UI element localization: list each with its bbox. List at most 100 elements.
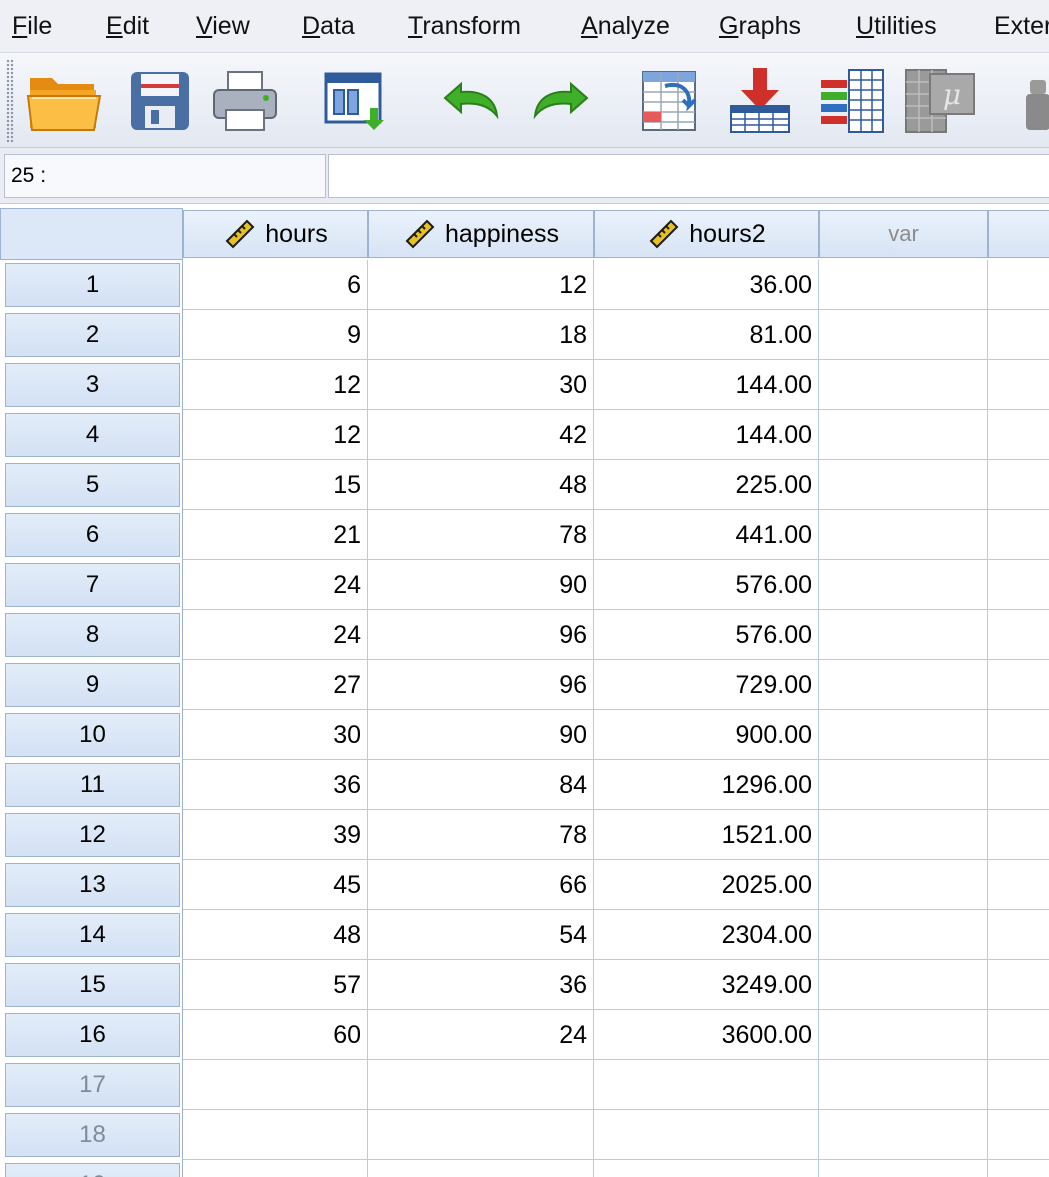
open-folder-button[interactable] — [24, 63, 104, 139]
cell-var[interactable] — [988, 810, 1049, 860]
menu-utilities[interactable]: Utilities — [856, 10, 937, 42]
cell-happiness[interactable]: 84 — [368, 760, 594, 810]
row-number[interactable]: 3 — [5, 363, 180, 407]
cell-var[interactable] — [819, 910, 988, 960]
menu-view[interactable]: View — [196, 10, 250, 42]
cell-hours[interactable]: 30 — [183, 710, 368, 760]
cell-hours2[interactable]: 81.00 — [594, 310, 819, 360]
cell-var[interactable] — [819, 1060, 988, 1110]
cell-hours2[interactable]: 576.00 — [594, 560, 819, 610]
cell-var[interactable] — [988, 1160, 1049, 1177]
cell-hours2[interactable]: 3249.00 — [594, 960, 819, 1010]
cell-hours[interactable]: 6 — [183, 260, 368, 310]
cell-hours[interactable]: 12 — [183, 360, 368, 410]
cell-var[interactable] — [988, 410, 1049, 460]
cell-var[interactable] — [988, 310, 1049, 360]
cell-var[interactable] — [819, 960, 988, 1010]
cell-hours[interactable]: 48 — [183, 910, 368, 960]
cell-hours2[interactable]: 225.00 — [594, 460, 819, 510]
cell-var[interactable] — [988, 1060, 1049, 1110]
cell-hours2[interactable]: 144.00 — [594, 360, 819, 410]
cell-hours[interactable] — [183, 1160, 368, 1177]
row-number[interactable]: 2 — [5, 313, 180, 357]
cell-happiness[interactable]: 12 — [368, 260, 594, 310]
cell-var[interactable] — [819, 710, 988, 760]
cell-var[interactable] — [988, 710, 1049, 760]
row-number[interactable]: 16 — [5, 1013, 180, 1057]
cell-happiness[interactable]: 18 — [368, 310, 594, 360]
menu-transform[interactable]: Transform — [408, 10, 521, 42]
cell-hours[interactable]: 27 — [183, 660, 368, 710]
cell-hours2[interactable] — [594, 1110, 819, 1160]
menu-file[interactable]: File — [12, 10, 52, 42]
cell-happiness[interactable]: 36 — [368, 960, 594, 1010]
cell-hours2[interactable]: 576.00 — [594, 610, 819, 660]
variables-button[interactable] — [812, 63, 892, 139]
column-header-hours2[interactable]: hours2 — [594, 210, 819, 258]
column-header-hours[interactable]: hours — [183, 210, 368, 258]
cell-hours2[interactable]: 144.00 — [594, 410, 819, 460]
row-number[interactable]: 11 — [5, 763, 180, 807]
cell-var[interactable] — [988, 1010, 1049, 1060]
row-number[interactable]: 15 — [5, 963, 180, 1007]
cell-var[interactable] — [819, 360, 988, 410]
row-number[interactable]: 12 — [5, 813, 180, 857]
cell-var[interactable] — [819, 860, 988, 910]
recall-dialog-button[interactable] — [315, 63, 395, 139]
toolbar-grip[interactable] — [6, 59, 14, 143]
cell-hours2[interactable]: 2025.00 — [594, 860, 819, 910]
menu-graphs[interactable]: Graphs — [719, 10, 801, 42]
redo-button[interactable] — [522, 63, 602, 139]
find-button[interactable] — [1008, 63, 1049, 139]
cell-var[interactable] — [819, 260, 988, 310]
cell-var[interactable] — [988, 760, 1049, 810]
save-button[interactable] — [120, 63, 200, 139]
menu-analyze[interactable]: Analyze — [581, 10, 670, 42]
menu-extensions[interactable]: Exter — [994, 10, 1049, 42]
cell-hours[interactable] — [183, 1060, 368, 1110]
cell-happiness[interactable]: 90 — [368, 710, 594, 760]
cell-happiness[interactable]: 90 — [368, 560, 594, 610]
cell-happiness[interactable]: 30 — [368, 360, 594, 410]
cell-happiness[interactable]: 66 — [368, 860, 594, 910]
cell-var[interactable] — [988, 610, 1049, 660]
cell-happiness[interactable]: 96 — [368, 660, 594, 710]
cell-var[interactable] — [819, 660, 988, 710]
cell-var[interactable] — [988, 910, 1049, 960]
row-number[interactable]: 1 — [5, 263, 180, 307]
undo-button[interactable] — [430, 63, 510, 139]
print-button[interactable] — [205, 63, 285, 139]
cell-var[interactable] — [819, 560, 988, 610]
cell-happiness[interactable]: 78 — [368, 510, 594, 560]
row-number[interactable]: 19 — [5, 1163, 180, 1177]
cell-var[interactable] — [988, 860, 1049, 910]
row-number[interactable]: 14 — [5, 913, 180, 957]
row-number[interactable]: 9 — [5, 663, 180, 707]
goto-variable-button[interactable] — [720, 63, 800, 139]
cell-value-input[interactable] — [328, 154, 1049, 198]
cell-happiness[interactable]: 24 — [368, 1010, 594, 1060]
cell-var[interactable] — [988, 960, 1049, 1010]
cell-var[interactable] — [819, 410, 988, 460]
cell-hours[interactable]: 24 — [183, 560, 368, 610]
row-number[interactable]: 4 — [5, 413, 180, 457]
select-all-corner[interactable] — [0, 208, 183, 260]
cell-var[interactable] — [819, 610, 988, 660]
menu-edit[interactable]: Edit — [106, 10, 149, 42]
cell-var[interactable] — [819, 760, 988, 810]
row-number[interactable]: 17 — [5, 1063, 180, 1107]
cell-hours[interactable]: 57 — [183, 960, 368, 1010]
menu-data[interactable]: Data — [302, 10, 355, 42]
cell-hours[interactable]: 45 — [183, 860, 368, 910]
cell-hours[interactable]: 15 — [183, 460, 368, 510]
cell-reference[interactable]: 25 : — [4, 154, 326, 198]
row-number[interactable]: 18 — [5, 1113, 180, 1157]
goto-case-button[interactable] — [630, 63, 710, 139]
cell-hours2[interactable]: 729.00 — [594, 660, 819, 710]
cell-hours[interactable]: 36 — [183, 760, 368, 810]
cell-var[interactable] — [819, 1160, 988, 1177]
cell-var[interactable] — [988, 560, 1049, 610]
cell-hours2[interactable] — [594, 1160, 819, 1177]
row-number[interactable]: 6 — [5, 513, 180, 557]
cell-hours[interactable] — [183, 1110, 368, 1160]
